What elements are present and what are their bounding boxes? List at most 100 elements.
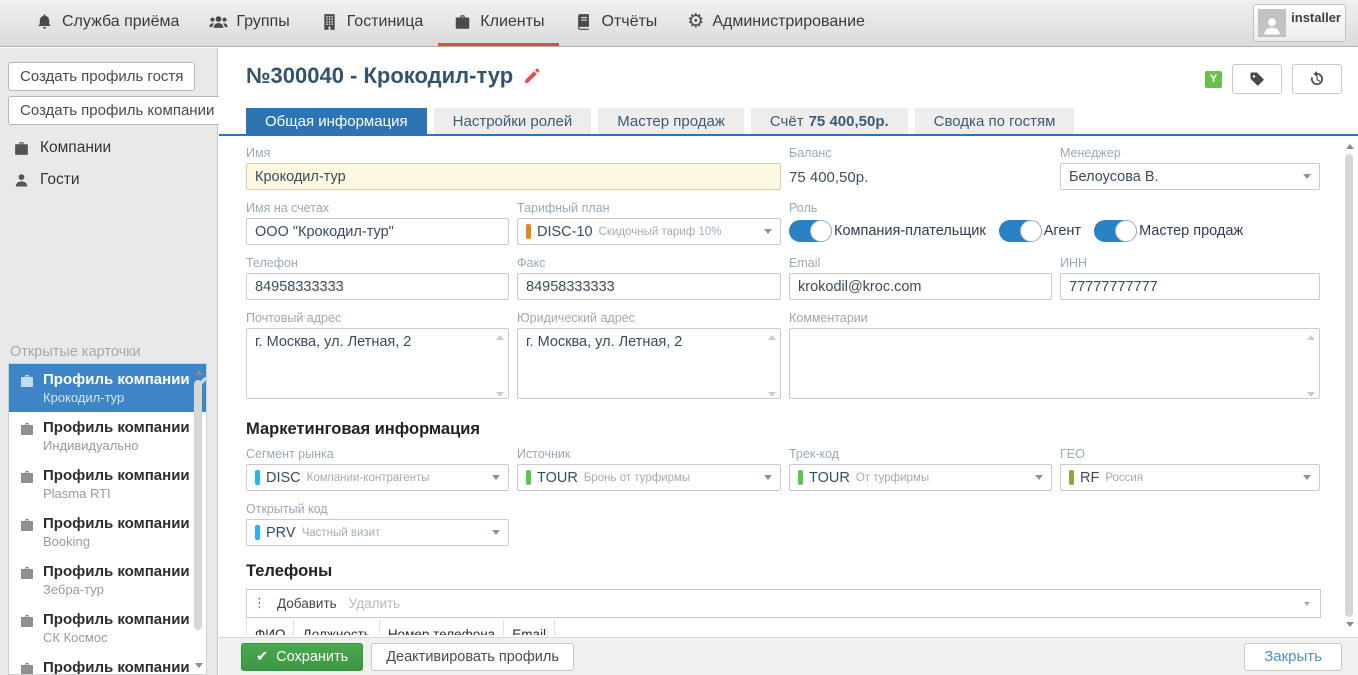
content-scrollbar[interactable] — [1343, 140, 1356, 631]
user-name: installer — [1291, 9, 1341, 37]
briefcase-icon — [19, 469, 35, 485]
card-subtitle: Booking — [43, 534, 190, 551]
phone-group: Телефон — [246, 256, 509, 300]
fax-group: Факс — [517, 256, 781, 300]
geo-select[interactable]: RF Россия — [1060, 464, 1320, 491]
main-panel: №300040 - Крокодил-тур Y Общая информаци… — [219, 48, 1358, 675]
card-subtitle: Зебра-тур — [43, 582, 190, 599]
user-menu[interactable]: installer — [1253, 4, 1346, 42]
open-card-plasma-rti[interactable]: Профиль компании Plasma RTI — [9, 460, 206, 508]
chevron-down-icon — [492, 475, 500, 480]
sidebar-list-scrollbar[interactable] — [192, 366, 205, 672]
nav-item-administration[interactable]: ⚙ Администрирование — [672, 0, 880, 46]
add-phone-button[interactable]: Добавить — [277, 596, 337, 611]
card-title: Профиль компании — [43, 419, 190, 438]
open-card-partial[interactable]: Профиль компании — [9, 652, 206, 675]
open-cards-list: Профиль компании Крокодил-тур Профиль ко… — [8, 363, 207, 675]
edit-title-pencil-icon[interactable] — [523, 67, 541, 85]
toggle-switch[interactable] — [789, 220, 832, 242]
card-title: Профиль компании — [43, 659, 190, 675]
delete-phone-button[interactable]: Удалить — [349, 596, 401, 611]
scroll-up-arrow[interactable] — [195, 370, 203, 375]
save-button[interactable]: ✔ Сохранить — [241, 643, 363, 671]
scrollbar-thumb[interactable] — [1345, 154, 1353, 617]
tags-button[interactable] — [1232, 64, 1282, 94]
comments-label: Комментарии — [789, 311, 1320, 325]
open-card-booking[interactable]: Профиль компании Booking — [9, 508, 206, 556]
card-subtitle: СК Космос — [43, 630, 190, 647]
briefcase-icon — [453, 13, 472, 31]
role-toggles: Компания-плательщик Агент Мастер продаж — [789, 220, 1320, 242]
scroll-down-arrow[interactable] — [195, 663, 203, 668]
open-card-krokodil[interactable]: Профиль компании Крокодил-тур — [9, 364, 206, 412]
toggle-switch[interactable] — [999, 220, 1042, 242]
open-card-sk-kosmos[interactable]: Профиль компании СК Космос — [9, 604, 206, 652]
scrollbar-thumb[interactable] — [194, 380, 202, 630]
toggle-agent[interactable]: Агент — [999, 220, 1081, 242]
manager-select[interactable]: Белоусова В. — [1060, 163, 1320, 190]
comments-textarea[interactable] — [789, 328, 1320, 399]
nav-item-hotel[interactable]: Гостиница — [305, 0, 439, 46]
tab-sales-master[interactable]: Мастер продаж — [598, 108, 744, 134]
fax-input[interactable] — [517, 273, 781, 300]
nav-item-reports[interactable]: Отчёты — [559, 0, 672, 46]
nav-item-reception[interactable]: Служба приёма — [20, 0, 194, 46]
rate-plan-select[interactable]: DISC-10 Скидочный тариф 10% — [517, 218, 781, 245]
drag-handle-icon[interactable]: ⋮ — [253, 597, 265, 610]
deactivate-profile-button[interactable]: Деактивировать профиль — [371, 643, 574, 671]
comments-group: Комментарии — [789, 311, 1320, 404]
name-input[interactable] — [246, 163, 781, 190]
open-code-desc: Частный визит — [302, 527, 381, 539]
toggle-company-payer[interactable]: Компания-плательщик — [789, 220, 986, 242]
tab-content-general: Имя Баланс 75 400,50р. Менеджер Белоусов… — [219, 136, 1358, 635]
open-code-select[interactable]: PRV Частный визит — [246, 519, 509, 546]
toggle-sales-master[interactable]: Мастер продаж — [1094, 220, 1243, 242]
column-header-fio: ФИО — [247, 620, 294, 635]
postal-address-textarea[interactable]: г. Москва, ул. Летная, 2 — [246, 328, 509, 399]
head-actions: Y — [1205, 64, 1342, 94]
phones-section-title: Телефоны — [246, 562, 1358, 581]
email-input[interactable] — [789, 273, 1052, 300]
phones-table-header: ФИО Должность Номер телефона Email — [246, 620, 1321, 635]
form-row-3: Телефон Факс Email ИНН — [246, 256, 1321, 300]
source-select[interactable]: TOUR Бронь от турфирмы — [517, 464, 781, 491]
legal-address-textarea[interactable]: г. Москва, ул. Летная, 2 — [517, 328, 781, 399]
track-code-label: Трек-код — [789, 447, 1052, 461]
manager-label: Менеджер — [1060, 146, 1320, 160]
phone-input[interactable] — [246, 273, 509, 300]
email-group: Email — [789, 256, 1052, 300]
chevron-down-icon — [1035, 475, 1043, 480]
tab-account[interactable]: Счёт75 400,50р. — [751, 108, 908, 134]
market-segment-select[interactable]: DISC Компании-контрагенты — [246, 464, 509, 491]
close-button[interactable]: Закрыть — [1244, 643, 1342, 671]
toggle-switch[interactable] — [1094, 220, 1137, 242]
avatar — [1258, 9, 1286, 37]
create-company-profile-button[interactable]: Создать профиль компании — [8, 96, 226, 125]
billing-name-group: Имя на счетах — [246, 201, 509, 245]
legal-address-group: Юридический адрес г. Москва, ул. Летная,… — [517, 311, 781, 404]
nav-item-clients[interactable]: Клиенты — [438, 0, 559, 46]
name-label: Имя — [246, 146, 781, 160]
tab-general-info[interactable]: Общая информация — [246, 108, 427, 134]
create-guest-profile-button[interactable]: Создать профиль гостя — [8, 62, 195, 91]
track-code-select[interactable]: TOUR От турфирмы — [789, 464, 1052, 491]
nav-item-groups[interactable]: Группы — [194, 0, 304, 46]
toolbar-chevron-down-icon[interactable] — [1304, 602, 1310, 606]
open-card-zebra-tour[interactable]: Профиль компании Зебра-тур — [9, 556, 206, 604]
nav-item-label: Администрирование — [712, 13, 865, 31]
scroll-up-arrow[interactable] — [1346, 144, 1354, 149]
rate-plan-color-marker — [526, 224, 531, 239]
inn-input[interactable] — [1060, 273, 1320, 300]
scroll-down-arrow[interactable] — [1346, 622, 1354, 627]
sidebar-item-guests[interactable]: Гости — [13, 171, 217, 189]
billing-name-input[interactable] — [246, 218, 509, 245]
sidebar-item-companies[interactable]: Компании — [13, 139, 217, 157]
column-header-position: Должность — [294, 620, 379, 635]
history-icon — [1309, 71, 1325, 87]
open-card-individualno[interactable]: Профиль компании Индивидуально — [9, 412, 206, 460]
building-icon — [320, 13, 339, 31]
tab-guests-summary[interactable]: Сводка по гостям — [915, 108, 1075, 134]
scroll-up-arrow — [768, 335, 776, 340]
history-button[interactable] — [1292, 64, 1342, 94]
tab-role-settings[interactable]: Настройки ролей — [434, 108, 592, 134]
